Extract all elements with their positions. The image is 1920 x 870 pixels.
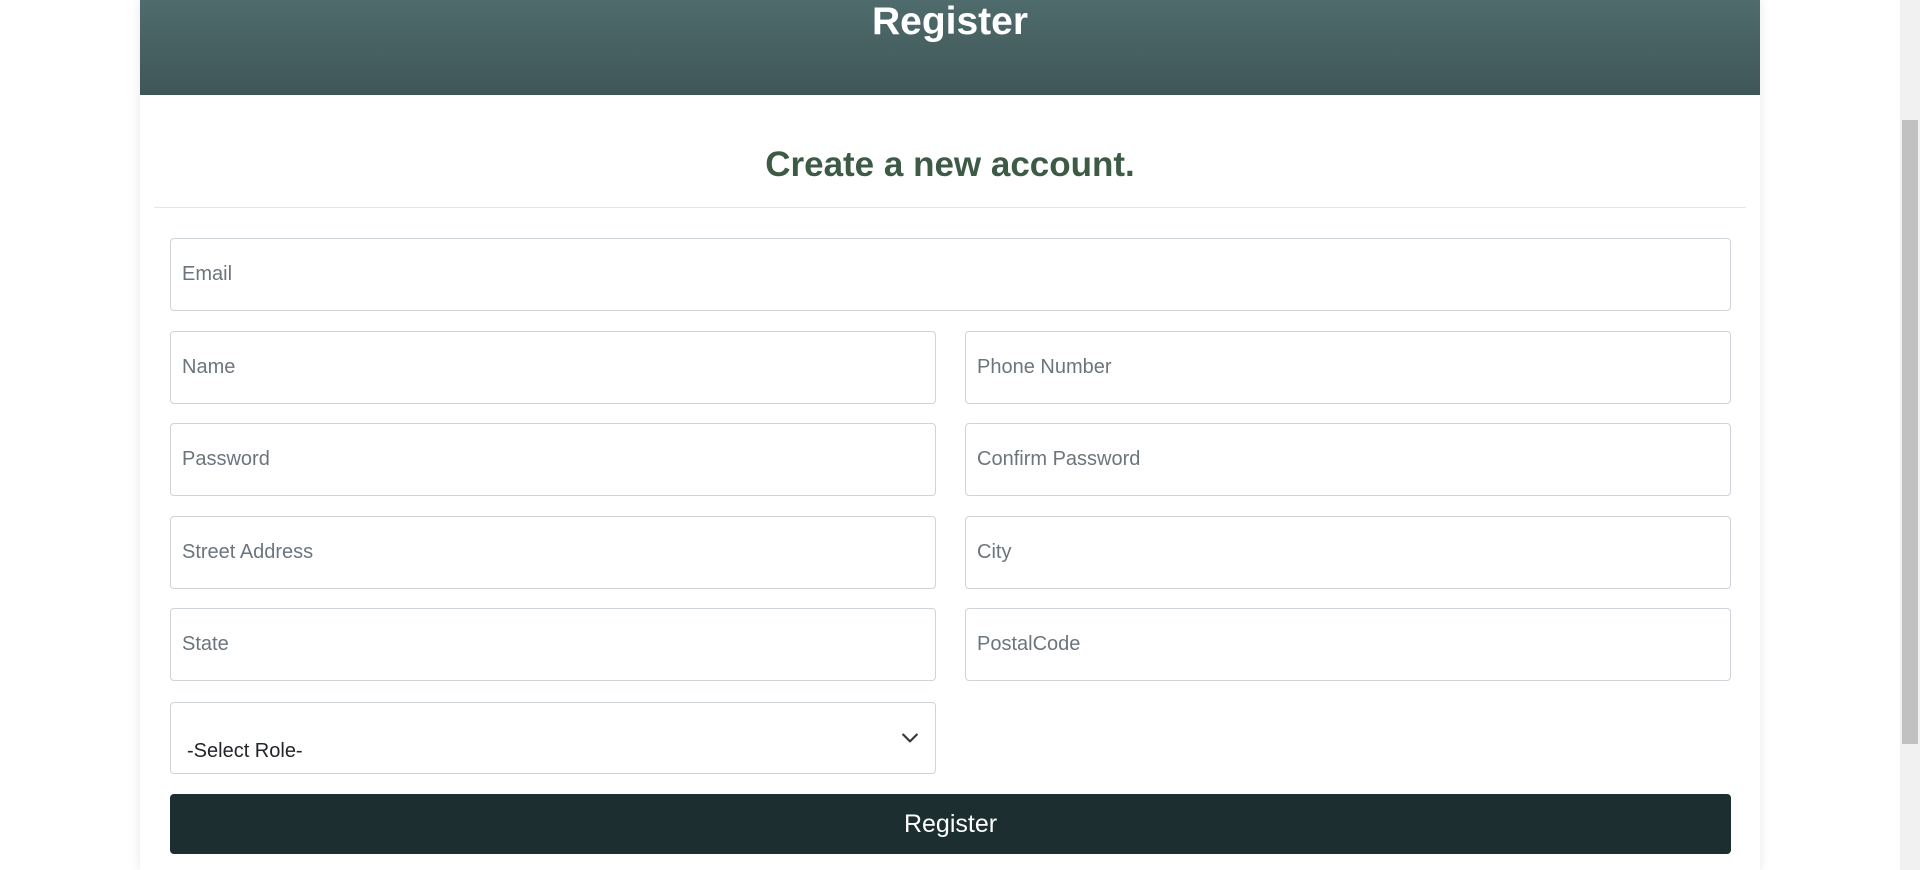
name-field[interactable] [170,331,936,404]
street-address-field[interactable] [170,516,936,589]
register-button[interactable]: Register [170,794,1731,854]
password-field[interactable] [170,423,936,496]
city-field[interactable] [965,516,1731,589]
phone-number-field[interactable] [965,331,1731,404]
email-field[interactable] [170,238,1731,311]
state-field[interactable] [170,608,936,681]
page-title: Register [871,0,1029,43]
confirm-password-field[interactable] [965,423,1731,496]
register-card: Register Create a new account. -Select R… [140,0,1760,870]
form-subtitle: Create a new account. [765,145,1135,184]
role-select[interactable]: -Select Role- [170,702,936,774]
chevron-down-icon [902,733,918,743]
postal-code-field[interactable] [965,608,1731,681]
role-select-value: -Select Role- [187,740,303,762]
scrollbar-thumb[interactable] [1902,120,1918,744]
divider [154,207,1746,208]
card-header: Register [140,0,1760,95]
